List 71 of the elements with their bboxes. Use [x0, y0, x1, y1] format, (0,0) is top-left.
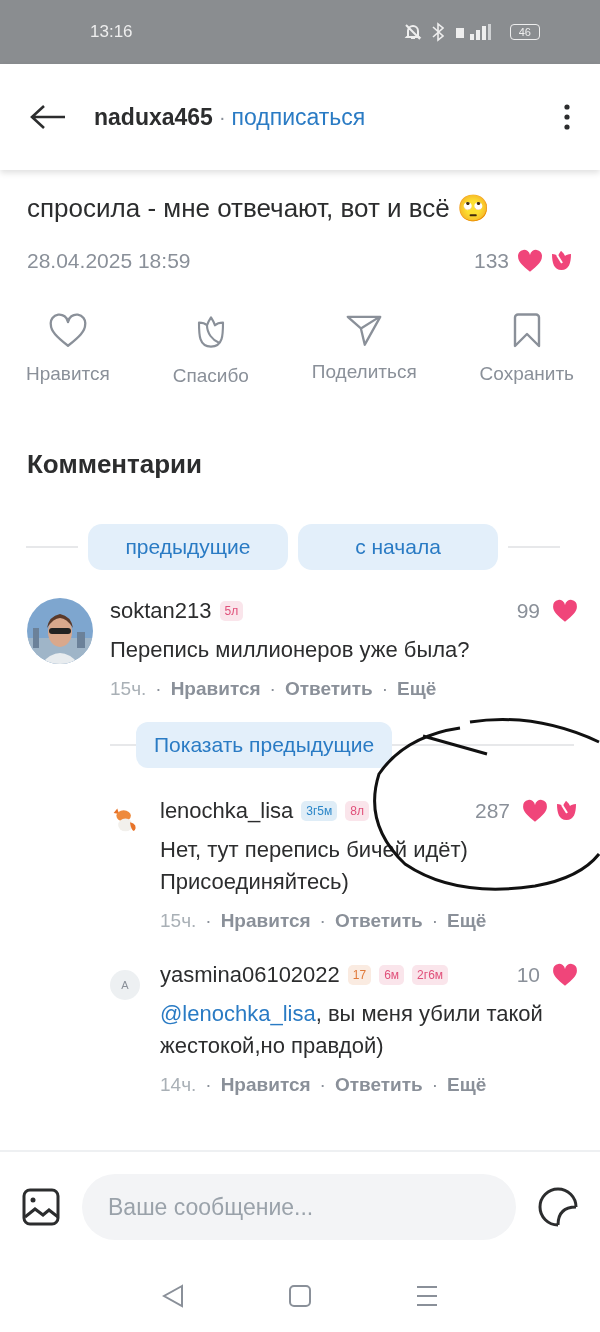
comment-action[interactable]: Ещё — [447, 910, 487, 932]
user-badge: 17 — [347, 965, 372, 985]
author-name[interactable]: naduxa465 — [94, 103, 213, 131]
section-title: Комментарии — [27, 449, 204, 480]
comment-action[interactable]: Ещё — [447, 1074, 487, 1096]
user-badge: 5л — [219, 601, 244, 621]
message-input[interactable]: Ваше сообщение... — [82, 1174, 516, 1240]
user-badge: 6м — [379, 965, 405, 985]
bluetooth-icon — [431, 22, 444, 42]
mention-link[interactable]: @lenochka_lisa — [160, 1001, 316, 1026]
comment-action[interactable]: Ответить — [284, 678, 373, 700]
separator-dot: · — [205, 1074, 212, 1096]
like-count: 10 — [516, 963, 540, 987]
heart-icon — [552, 963, 578, 987]
username[interactable]: lenochka_lisa — [160, 798, 294, 824]
pager-button[interactable]: предыдущие — [88, 524, 288, 570]
bell-off-icon — [403, 23, 422, 41]
battery-level: 46 — [509, 24, 540, 40]
avatar[interactable]: A — [110, 970, 140, 1000]
heart-icon — [522, 799, 548, 823]
like-count: 99 — [516, 599, 540, 623]
home-nav-icon[interactable] — [289, 1285, 311, 1307]
comment-text: @lenochka_lisa, вы меня убили такой жестокой,но правдой) — [160, 1000, 544, 1060]
separator-dot: · — [205, 910, 212, 932]
separator-dot: · — [431, 910, 439, 932]
sticker-icon[interactable] — [538, 1187, 578, 1227]
post-action-button[interactable]: Сохранить — [473, 313, 580, 387]
separator-dot: · — [155, 678, 162, 700]
comment-time: 14ч. — [160, 1074, 197, 1096]
comment-action[interactable]: Ответить — [334, 910, 423, 932]
user-badge: 8л — [345, 801, 369, 821]
separator-dot: · — [381, 678, 389, 700]
more-menu-icon[interactable] — [564, 104, 570, 130]
username[interactable]: soktan213 — [110, 598, 212, 624]
comment-time: 15ч. — [110, 678, 147, 700]
post-action-button[interactable]: Нравится — [20, 313, 116, 387]
post-text-line: спросила - мне отвечают, вот и всё 🙄 — [27, 192, 490, 225]
user-badge: 3г5м — [301, 801, 338, 821]
comment-action[interactable]: Нравится — [220, 910, 311, 932]
menu-nav-icon[interactable] — [415, 1285, 438, 1307]
pager-button[interactable]: с начала — [298, 524, 498, 570]
separator-dot: · — [319, 1074, 326, 1096]
post-date: 28.04.2025 18:59 — [27, 249, 191, 273]
post-action-button[interactable]: Спасибо — [166, 313, 255, 387]
separator-dot: · — [269, 678, 276, 700]
username[interactable]: yasmina06102022 — [160, 962, 340, 988]
rose-icon — [554, 799, 578, 823]
subscribe-link[interactable]: подписаться — [231, 103, 366, 131]
comment-action[interactable]: Ещё — [397, 678, 437, 700]
heart-icon — [47, 313, 88, 349]
comment-action[interactable]: Нравится — [220, 1074, 311, 1096]
comment-action[interactable]: Ответить — [334, 1074, 423, 1096]
reaction-count: 133 — [473, 249, 509, 273]
rose-icon — [549, 249, 573, 273]
heart-icon — [517, 249, 543, 273]
comment-action[interactable]: Нравится — [170, 678, 261, 700]
separator-dot: · — [431, 1074, 439, 1096]
like-count: 287 — [474, 799, 510, 823]
clock: 13:16 — [90, 22, 133, 42]
show-previous-button[interactable]: Показать предыдущие — [136, 722, 393, 768]
heart-icon — [552, 599, 578, 623]
back-arrow-icon[interactable] — [30, 104, 66, 130]
post-action-button[interactable]: Поделиться — [305, 313, 423, 387]
back-nav-icon[interactable] — [162, 1284, 185, 1308]
comment-text: Перепись миллионеров уже была? — [110, 636, 471, 664]
user-badge: 2г6м — [412, 965, 449, 985]
separator-dot: · — [218, 105, 226, 129]
image-attach-icon[interactable] — [22, 1188, 60, 1226]
send-icon — [345, 313, 384, 347]
separator-dot: · — [319, 910, 326, 932]
comment-time: 15ч. — [160, 910, 197, 932]
